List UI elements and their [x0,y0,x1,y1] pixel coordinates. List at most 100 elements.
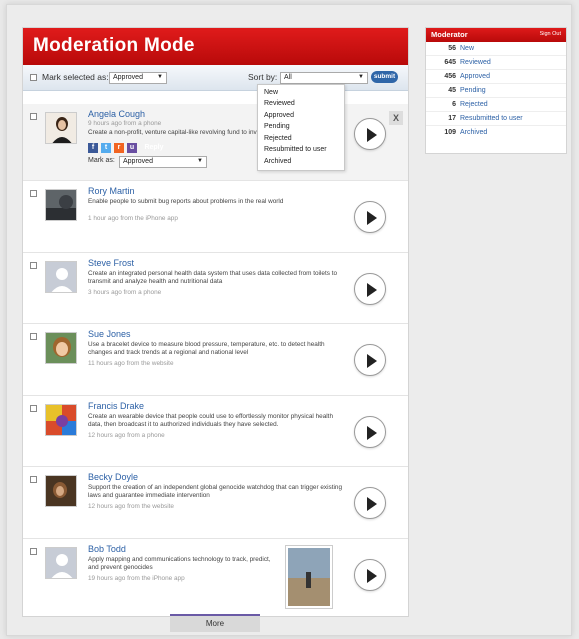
rss-icon[interactable]: r [114,142,124,153]
moderator-panel: Moderator Sign Out 56 New 645 Reviewed 456… [425,27,567,154]
moderator-count: 56 [448,45,456,52]
facebook-icon[interactable]: f [88,142,98,153]
moderator-link[interactable]: Resubmitted to user [460,115,523,122]
item-description: Create an integrated personal health dat… [88,269,338,285]
play-icon [367,497,377,511]
play-button[interactable] [354,201,386,233]
item-checkbox[interactable] [30,113,37,120]
moderator-title: Moderator [431,30,468,39]
chevron-down-icon: ▼ [358,74,364,80]
list-item[interactable]: Angela Cough 9 hours ago from a phone Cr… [23,104,408,181]
social-links: ftru Reply [88,139,164,153]
list-item[interactable]: Steve Frost Create an integrated persona… [23,252,408,324]
user-icon[interactable]: u [127,142,137,153]
sort-option-pending[interactable]: Pending [258,122,344,134]
avatar [45,546,77,579]
close-button[interactable]: X [389,111,403,125]
list-item[interactable]: Bob Todd Apply mapping and communication… [23,538,408,610]
moderator-count: 109 [444,129,456,136]
mark-selected-label: Mark selected as: [42,72,109,82]
sign-out-link[interactable]: Sign Out [540,31,561,37]
item-checkbox[interactable] [30,261,37,269]
moderator-link[interactable]: Archived [460,129,487,136]
moderator-count: 45 [448,87,456,94]
sort-by-label: Sort by: [248,72,278,82]
moderator-count: 645 [444,59,456,66]
item-meta: 19 hours ago from the iPhone app [88,574,185,582]
item-checkbox[interactable] [30,404,37,412]
sort-option-new[interactable]: New [258,87,344,99]
sort-option-archived[interactable]: Archived [258,156,344,168]
item-mark-value: Approved [123,158,153,165]
sort-by-dropdown: New Reviewed Approved Pending Rejected R… [257,84,345,171]
play-icon [367,568,377,583]
play-button[interactable] [354,487,386,519]
item-checkbox[interactable] [30,333,37,340]
play-button[interactable] [354,415,386,448]
item-meta: 12 hours ago from the website [88,503,174,510]
item-description: Create an wearable device that people co… [88,412,334,428]
attachment-thumbnail[interactable] [285,544,333,609]
toolbar: Mark selected as: Approved ▼ Sort by: Al… [23,65,408,91]
item-author[interactable]: Steve Frost [88,258,134,268]
moderator-link[interactable]: Approved [460,73,490,80]
item-checkbox[interactable] [30,190,37,197]
moderator-count: 456 [444,73,456,80]
play-button[interactable] [354,272,386,305]
sort-option-resubmitted[interactable]: Resubmitted to user [258,145,344,157]
moderator-link[interactable]: Reviewed [460,59,491,66]
moderator-row[interactable]: 45 Pending [426,84,566,98]
item-author[interactable]: Rory Martin [88,186,135,196]
item-checkbox[interactable] [30,547,37,555]
twitter-icon[interactable]: t [101,142,111,153]
moderator-row[interactable]: 109 Archived [426,126,566,140]
item-author[interactable]: Bob Todd [88,544,126,554]
list-item[interactable]: Sue Jones Use a bracelet device to measu… [23,324,408,396]
sort-option-reviewed[interactable]: Reviewed [258,99,344,111]
moderation-panel: Moderation Mode Mark selected as: Approv… [22,27,409,617]
moderator-link[interactable]: Rejected [460,101,488,108]
list-item[interactable]: Francis Drake Create an wearable device … [23,395,408,467]
sort-by-select[interactable]: All ▼ [280,72,368,84]
play-icon [367,282,377,297]
item-meta: 3 hours ago from a phone [88,288,162,296]
reply-link[interactable]: Reply [144,143,163,153]
moderator-row[interactable]: 456 Approved [426,70,566,84]
mark-selected-value: Approved [113,74,143,81]
list-item[interactable]: Becky Doyle Support the creation of an i… [23,467,408,539]
avatar [45,260,77,293]
item-meta: 12 hours ago from a phone [88,431,165,439]
item-mark-select[interactable]: Approved ▼ [119,156,207,168]
mark-selected-select[interactable]: Approved ▼ [109,72,167,84]
submit-button[interactable]: submit [371,71,398,83]
chevron-down-icon: ▼ [197,158,203,164]
moderator-row[interactable]: 56 New [426,42,566,56]
item-author[interactable]: Becky Doyle [88,472,138,482]
avatar [45,332,77,364]
moderator-row[interactable]: 17 Resubmitted to user [426,112,566,126]
sort-option-rejected[interactable]: Rejected [258,133,344,145]
item-description: Use a bracelet device to measure blood p… [88,341,325,356]
play-button[interactable] [354,344,386,376]
list-item[interactable]: Rory Martin Enable people to submit bug … [23,181,408,253]
play-button[interactable] [354,558,386,591]
page-title: Moderation Mode [23,28,408,65]
avatar [45,189,77,221]
select-all-checkbox[interactable] [30,74,37,81]
item-checkbox[interactable] [30,476,37,483]
item-description: Apply mapping and communications technol… [88,555,271,571]
avatar [45,475,77,507]
sort-option-approved[interactable]: Approved [258,110,344,122]
moderator-link[interactable]: New [460,45,474,52]
play-button[interactable] [354,118,386,150]
item-author[interactable]: Angela Cough [88,109,145,119]
moderator-row[interactable]: 6 Rejected [426,98,566,112]
item-author[interactable]: Francis Drake [88,401,144,411]
moderator-header: Moderator Sign Out [426,28,566,42]
moderator-row[interactable]: 645 Reviewed [426,56,566,70]
item-description: Enable people to submit bug reports abou… [88,198,284,205]
item-author[interactable]: Sue Jones [88,329,131,339]
submission-list: Angela Cough 9 hours ago from a phone Cr… [23,104,408,610]
more-button[interactable]: More [170,614,260,632]
moderator-link[interactable]: Pending [460,87,486,94]
